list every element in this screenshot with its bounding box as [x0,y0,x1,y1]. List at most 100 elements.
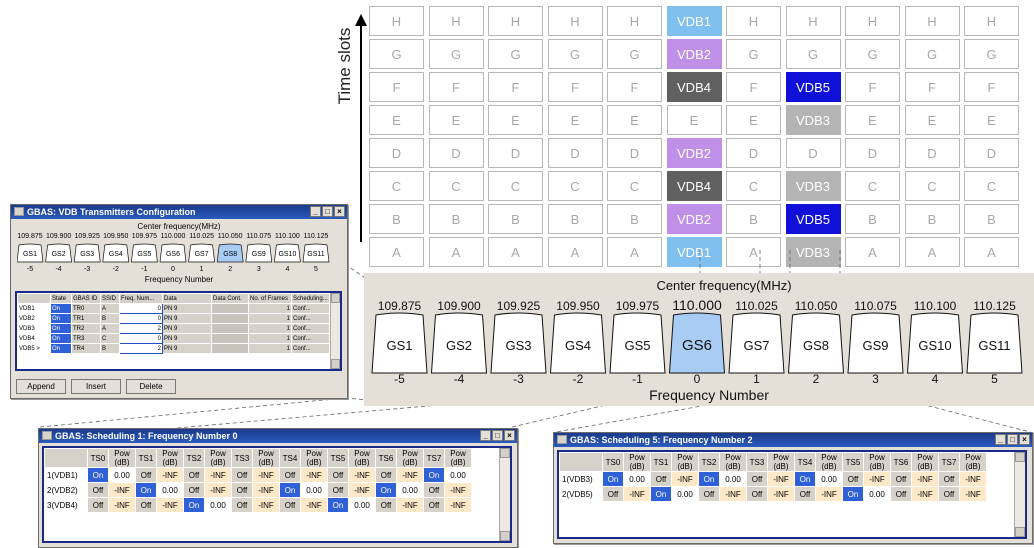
slot-state-cell[interactable]: Off [375,467,397,483]
slot-state-cell[interactable]: Off [794,486,816,502]
power-cell[interactable]: -INF [396,497,424,513]
vdb-table-cell[interactable]: 1 [248,303,292,314]
vdb-table-cell[interactable] [211,313,249,324]
scroll-up-arrow[interactable] [331,293,340,303]
close-button[interactable]: × [1019,434,1030,445]
scheduling-1-scrollbar[interactable] [499,448,510,541]
vdb-table-cell[interactable]: A [100,323,120,334]
slot-state-cell[interactable]: Off [327,467,349,483]
maximize-button[interactable]: □ [492,430,503,441]
power-cell[interactable]: -INF [348,482,376,498]
slot-state-cell[interactable]: Off [183,467,205,483]
slot-state-cell[interactable]: Off [375,497,397,513]
slot-state-cell[interactable]: Off [423,497,445,513]
power-cell[interactable]: -INF [671,471,699,487]
power-cell[interactable]: -INF [204,467,232,483]
insert-button[interactable]: Insert [71,379,121,394]
vdb-table-cell[interactable]: B [100,343,120,354]
vdb-column-header[interactable]: Data [162,293,212,304]
vdb-column-header[interactable]: Freq. Num... [119,293,163,304]
vdb-table-cell[interactable]: On [50,343,72,354]
vdb-table-cell[interactable]: 2 [119,343,163,354]
power-cell[interactable]: -INF [156,467,184,483]
delete-button[interactable]: Delete [126,379,176,394]
maximize-button[interactable]: □ [322,206,333,217]
slot-state-cell[interactable]: Off [279,497,301,513]
scroll-down-arrow[interactable] [1015,527,1025,537]
slot-state-cell[interactable]: On [327,497,349,513]
minimize-button[interactable]: _ [995,434,1006,445]
vdb-table-cell[interactable] [211,343,249,354]
vdb-table-cell[interactable] [211,323,249,334]
scheduling-1-titlebar[interactable]: GBAS: Scheduling 1: Frequency Number 0 _… [39,429,517,443]
slot-state-cell[interactable]: Off [231,467,253,483]
power-cell[interactable]: -INF [396,467,424,483]
vdb-table-cell[interactable]: Conf... [291,333,330,344]
power-cell[interactable]: 0.00 [396,482,424,498]
slot-state-cell[interactable]: On [423,467,445,483]
power-cell[interactable]: 0.00 [863,486,891,502]
scroll-down-arrow[interactable] [500,531,510,541]
power-cell[interactable]: 0.00 [300,482,328,498]
power-cell[interactable]: -INF [252,467,280,483]
power-cell[interactable]: 0.00 [348,497,376,513]
vdb-table-cell[interactable]: PN 9 [162,303,212,314]
vdb-column-header[interactable]: Data Cont. [211,293,249,304]
slot-state-cell[interactable]: On [183,497,205,513]
power-cell[interactable]: -INF [767,486,795,502]
append-button[interactable]: Append [16,379,66,394]
slot-state-cell[interactable]: Off [842,471,864,487]
vdb-config-titlebar[interactable]: GBAS: VDB Transmitters Configuration _ □ × [11,205,347,219]
power-cell[interactable]: -INF [911,486,939,502]
slot-state-cell[interactable]: On [650,486,672,502]
close-button[interactable]: × [504,430,515,441]
power-cell[interactable]: -INF [108,482,136,498]
vdb-table-cell[interactable]: On [50,303,72,314]
power-cell[interactable]: -INF [444,497,472,513]
vdb-table-cell[interactable]: 1 [248,323,292,334]
power-cell[interactable]: 0.00 [719,471,747,487]
slot-state-cell[interactable]: Off [231,482,253,498]
slot-state-cell[interactable]: Off [746,471,768,487]
power-cell[interactable]: -INF [300,497,328,513]
power-cell[interactable]: 0.00 [815,471,843,487]
slot-state-cell[interactable]: Off [890,486,912,502]
scroll-up-arrow[interactable] [500,448,510,458]
slot-state-cell[interactable]: Off [279,467,301,483]
vdb-table-cell[interactable]: 1 [248,343,292,354]
vdb-table-cell[interactable]: 0 [119,333,163,344]
vdb-table-cell[interactable]: 1 [248,313,292,324]
vdb-table-cell[interactable]: On [50,333,72,344]
close-button[interactable]: × [334,206,345,217]
vdb-table-cell[interactable] [211,333,249,344]
slot-state-cell[interactable]: Off [423,482,445,498]
power-cell[interactable]: -INF [911,471,939,487]
slot-state-cell[interactable]: Off [890,471,912,487]
slot-state-cell[interactable]: Off [327,482,349,498]
vdb-column-header[interactable]: Scheduling... [291,293,330,304]
vdb-table-cell[interactable]: 1 [248,333,292,344]
vdb-table-cell[interactable]: Conf... [291,323,330,334]
slot-state-cell[interactable]: On [87,467,109,483]
vdb-table-scrollbar[interactable] [330,293,340,369]
vdb-column-header[interactable]: SSID [100,293,120,304]
power-cell[interactable]: -INF [863,471,891,487]
vdb-table-cell[interactable]: TR4 [71,343,101,354]
scheduling-5-scrollbar[interactable] [1014,452,1025,537]
slot-state-cell[interactable]: Off [87,497,109,513]
power-cell[interactable]: -INF [300,467,328,483]
power-cell[interactable]: -INF [204,482,232,498]
vdb-column-header[interactable] [17,293,51,304]
vdb-column-header[interactable]: No. of Frames [248,293,292,304]
slot-state-cell[interactable]: Off [938,486,960,502]
slot-state-cell[interactable]: On [842,486,864,502]
power-cell[interactable]: -INF [156,497,184,513]
vdb-table-cell[interactable]: PN 9 [162,323,212,334]
vdb-table-cell[interactable]: Conf... [291,303,330,314]
slot-state-cell[interactable]: Off [698,486,720,502]
vdb-table-cell[interactable]: 0 [119,313,163,324]
vdb-column-header[interactable]: GBAS ID [71,293,101,304]
vdb-column-header[interactable]: State [50,293,72,304]
power-cell[interactable]: -INF [252,482,280,498]
slot-state-cell[interactable]: Off [746,486,768,502]
